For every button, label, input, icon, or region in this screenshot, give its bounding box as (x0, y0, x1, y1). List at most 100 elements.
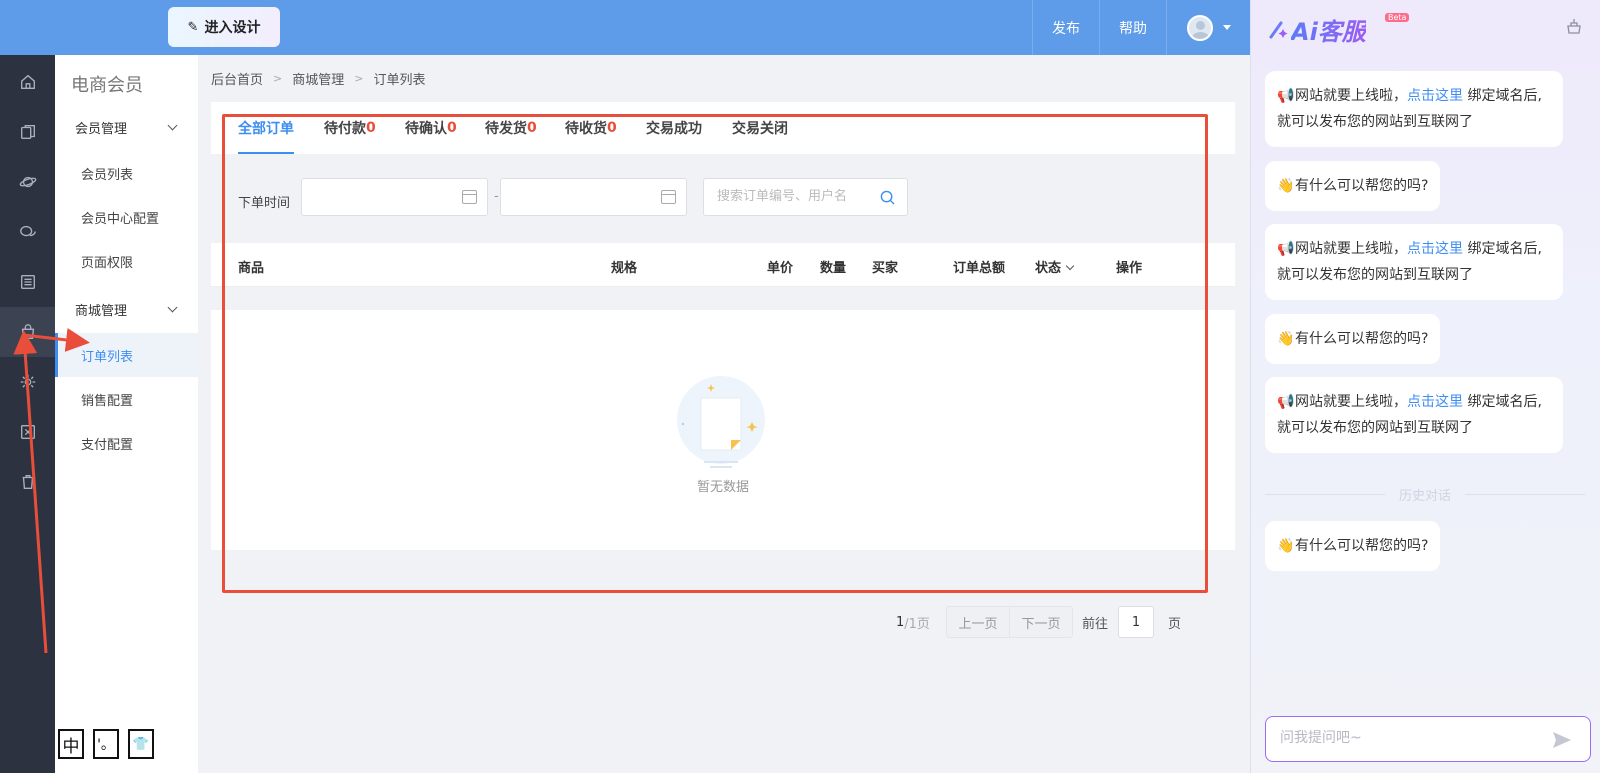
message-text: 有什么可以帮您的吗? (1295, 178, 1429, 194)
ime-punctuation-indicator[interactable]: '。 (93, 729, 119, 759)
tab-trade-closed[interactable]: 交易关闭 (732, 102, 788, 154)
column-header-status-label: 状态 (1035, 261, 1062, 276)
prev-page-button[interactable]: 上一页 (946, 606, 1010, 638)
gear-icon (20, 374, 35, 390)
chat-message: 📢网站就要上线啦，点击这里 绑定域名后,就可以发布您的网站到互联网了 (1265, 224, 1563, 300)
list-icon (20, 275, 35, 289)
chat-icon (19, 225, 36, 237)
sparkle-icon (1269, 21, 1288, 38)
tab-pending-shipment[interactable]: 待发货 0 (485, 102, 537, 154)
tab-pending-confirm[interactable]: 待确认 0 (405, 102, 457, 154)
rail-chat[interactable] (0, 207, 55, 257)
message-text: 有什么可以帮您的吗? (1295, 538, 1429, 554)
avatar (1186, 14, 1213, 41)
megaphone-icon: 📢 (1277, 88, 1295, 104)
sidebar-item-member-list[interactable]: 会员列表 (55, 151, 198, 195)
table-header: 商品 规格 单价 数量 买家 订单总额 状态 操作 (211, 243, 1235, 287)
divider-line (1265, 493, 1385, 495)
edit-icon: ✎ (187, 19, 199, 35)
tab-pending-receipt[interactable]: 待收货 0 (565, 102, 617, 154)
sidebar-item-payment-config[interactable]: 支付配置 (55, 421, 198, 465)
message-text: 有什么可以帮您的吗? (1295, 331, 1429, 347)
rail-box[interactable] (0, 407, 55, 457)
chat-input-box[interactable] (1265, 716, 1591, 762)
rail-list[interactable] (0, 257, 55, 307)
sidebar-title: 电商会员 (71, 75, 143, 96)
message-text: 网站就要上线啦， (1295, 88, 1407, 104)
sidebar-item-sales-config[interactable]: 销售配置 (55, 377, 198, 421)
chat-input[interactable] (1280, 730, 1540, 746)
sidebar-item-label: 销售配置 (81, 393, 134, 409)
planet-icon (19, 176, 36, 188)
goto-label: 前往 (1082, 616, 1109, 632)
breadcrumb: 后台首页 > 商城管理 > 订单列表 (211, 69, 425, 88)
tab-all-orders[interactable]: 全部订单 (238, 102, 294, 154)
breadcrumb-current: 订单列表 (373, 73, 426, 88)
user-menu[interactable] (1166, 0, 1250, 55)
rail-gear[interactable] (0, 357, 55, 407)
rail-planet[interactable] (0, 157, 55, 207)
rail-bag[interactable] (0, 307, 55, 357)
empty-text: 暂无数据 (696, 480, 749, 495)
sidebar-group-mall[interactable]: 商城管理 (55, 287, 198, 331)
sidebar-item-member-center[interactable]: 会员中心配置 (55, 195, 198, 239)
home-icon (20, 74, 35, 89)
icon-rail (0, 55, 55, 773)
message-text: 网站就要上线啦， (1295, 394, 1407, 410)
chevron-down-icon (167, 120, 178, 131)
chevron-down-icon (1065, 261, 1075, 271)
tab-pending-payment[interactable]: 待付款 0 (324, 102, 376, 154)
bind-domain-link[interactable]: 点击这里 (1407, 394, 1463, 410)
chevron-down-icon (167, 302, 178, 313)
bind-domain-link[interactable]: 点击这里 (1407, 88, 1463, 104)
ime-skin-icon[interactable]: 👕 (128, 729, 154, 759)
calendar-icon (462, 190, 477, 204)
wave-hand-icon: 👋 (1277, 178, 1295, 194)
tab-label: 待确认 (405, 121, 447, 137)
column-header-buyer: 买家 (872, 261, 899, 276)
help-label: 帮助 (1119, 20, 1147, 37)
caret-down-icon (1222, 25, 1231, 30)
column-header-price: 单价 (767, 261, 794, 276)
end-date-input[interactable] (500, 178, 687, 216)
order-search-field[interactable] (703, 178, 908, 216)
column-header-quantity: 数量 (820, 261, 847, 276)
next-page-label: 下一页 (1021, 616, 1061, 632)
publish-button[interactable]: 发布 (1032, 0, 1099, 55)
send-icon[interactable] (1552, 731, 1572, 749)
rail-home[interactable] (0, 57, 55, 107)
empty-document-icon (677, 376, 765, 468)
prev-page-label: 上一页 (958, 616, 998, 632)
clear-chat-icon[interactable] (1566, 18, 1582, 34)
column-header-status[interactable]: 状态 (1035, 257, 1075, 276)
start-date-input[interactable] (301, 178, 488, 216)
publish-label: 发布 (1052, 20, 1080, 37)
search-icon[interactable] (880, 190, 895, 205)
breadcrumb-home[interactable]: 后台首页 (211, 69, 263, 88)
sidebar-item-page-permission[interactable]: 页面权限 (55, 239, 198, 283)
copy-icon (20, 125, 35, 139)
chat-message: 📢网站就要上线啦，点击这里 绑定域名后,就可以发布您的网站到互联网了 (1265, 71, 1563, 147)
tab-count: 0 (366, 120, 376, 136)
bind-domain-link[interactable]: 点击这里 (1407, 241, 1463, 257)
order-search-input[interactable] (717, 189, 877, 204)
sidebar-item-order-list[interactable]: 订单列表 (55, 333, 198, 377)
chevron-right-icon: > (354, 72, 364, 85)
chat-message: 📢网站就要上线啦，点击这里 绑定域名后,就可以发布您的网站到互联网了 (1265, 377, 1563, 453)
enter-design-button[interactable]: ✎ 进入设计 (168, 7, 280, 47)
sidebar-group-member[interactable]: 会员管理 (55, 105, 198, 149)
tab-trade-success[interactable]: 交易成功 (646, 102, 702, 154)
page-number-input[interactable]: 1 (1118, 606, 1154, 638)
breadcrumb-mall[interactable]: 商城管理 (292, 69, 344, 88)
tab-count: 0 (527, 120, 537, 136)
next-page-button[interactable]: 下一页 (1009, 606, 1073, 638)
help-button[interactable]: 帮助 (1099, 0, 1166, 55)
history-label[interactable]: 历史对话 (1385, 485, 1465, 504)
rail-copy[interactable] (0, 107, 55, 157)
ime-chinese-indicator[interactable]: 中 (58, 729, 84, 759)
tab-count: 0 (447, 120, 457, 136)
order-tabs: 全部订单 待付款 0 待确认 0 待发货 0 待收货 0 交易成功 交易关闭 (211, 102, 1235, 154)
page-unit-label: 页 (1168, 616, 1182, 632)
calendar-icon (661, 190, 676, 204)
rail-trash[interactable] (0, 457, 55, 507)
